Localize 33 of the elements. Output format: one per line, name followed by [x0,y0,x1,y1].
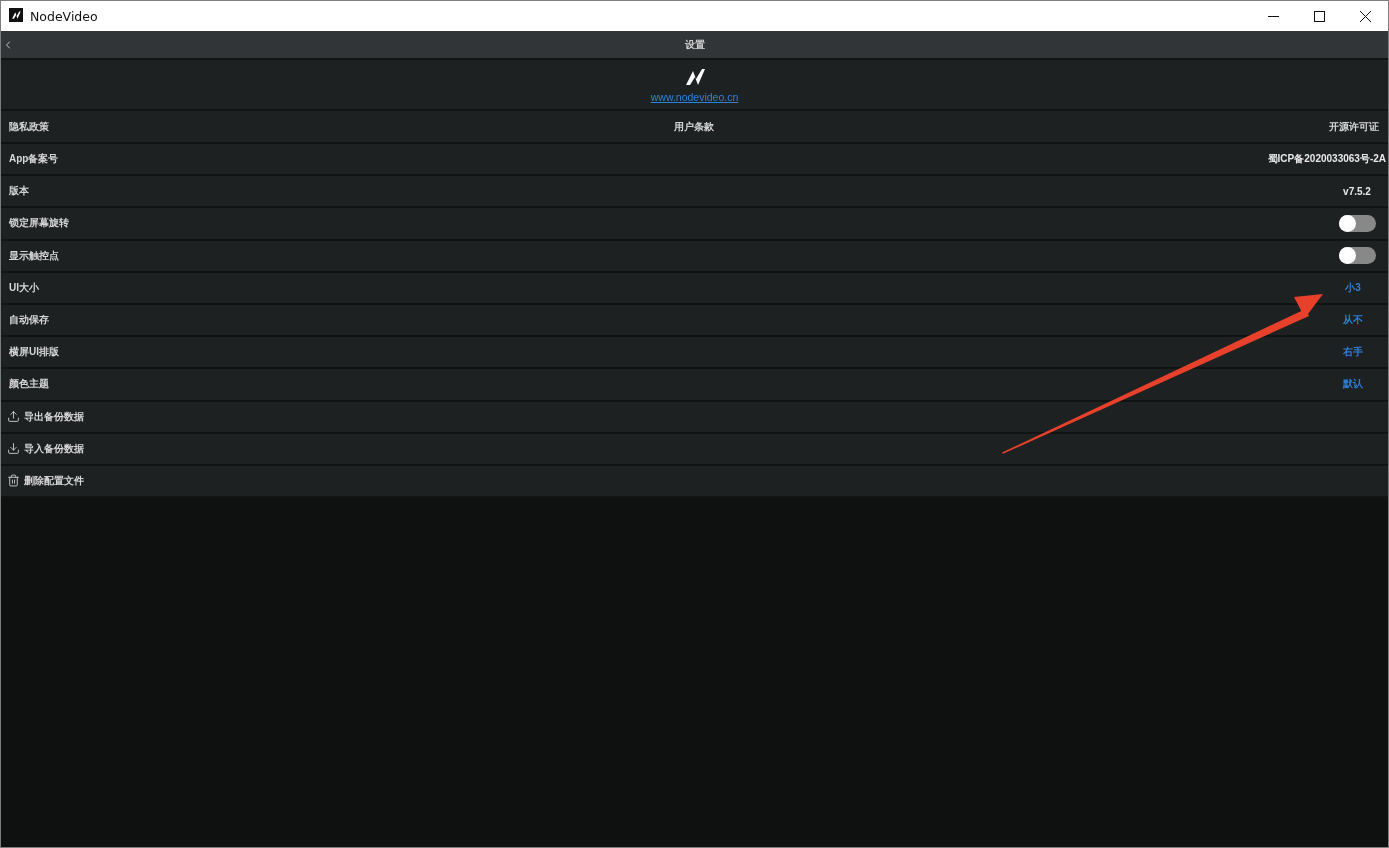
minimize-icon [1267,15,1279,17]
document-link[interactable]: 隐私政策 [9,119,49,134]
setting-value: 蜀ICP备2020033063号-2A [1267,152,1386,167]
setting-label: App备案号 [9,152,59,167]
upload-icon [7,410,20,424]
setting-label: 横屏UI排版 [9,345,59,360]
action-button[interactable]: 导入备份数据 [24,441,84,456]
setting-label: UI大小 [9,280,39,295]
action-button[interactable]: 删除配置文件 [24,473,84,488]
trash-icon [7,474,20,488]
website-link[interactable]: www.nodevideo.cn [650,91,739,103]
setting-label: 自动保存 [9,313,49,328]
setting-label: 显示触控点 [9,248,59,263]
close-icon [1359,10,1371,22]
toggle-switch[interactable] [1338,247,1376,265]
option-value[interactable]: 默认 [1343,377,1363,392]
toggle-switch[interactable] [1338,214,1376,232]
document-link[interactable]: 用户条款 [674,119,714,134]
document-link[interactable]: 开源许可证 [1329,119,1379,134]
option-value[interactable]: 从不 [1343,313,1363,328]
setting-label: 颜色主题 [9,377,49,392]
maximize-icon [1313,10,1325,22]
window-title: NodeVideo [30,8,98,24]
page-title: 设置 [684,37,705,52]
setting-label: 锁定屏幕旋转 [9,216,69,231]
setting-value: v7.5.2 [1343,185,1371,197]
download-icon [7,442,20,456]
option-value[interactable]: 小3 [1345,280,1361,295]
action-button[interactable]: 导出备份数据 [24,409,84,424]
setting-label: 版本 [9,184,29,199]
option-value[interactable]: 右手 [1343,345,1363,360]
app-icon [9,8,23,22]
logo-icon [683,68,706,86]
